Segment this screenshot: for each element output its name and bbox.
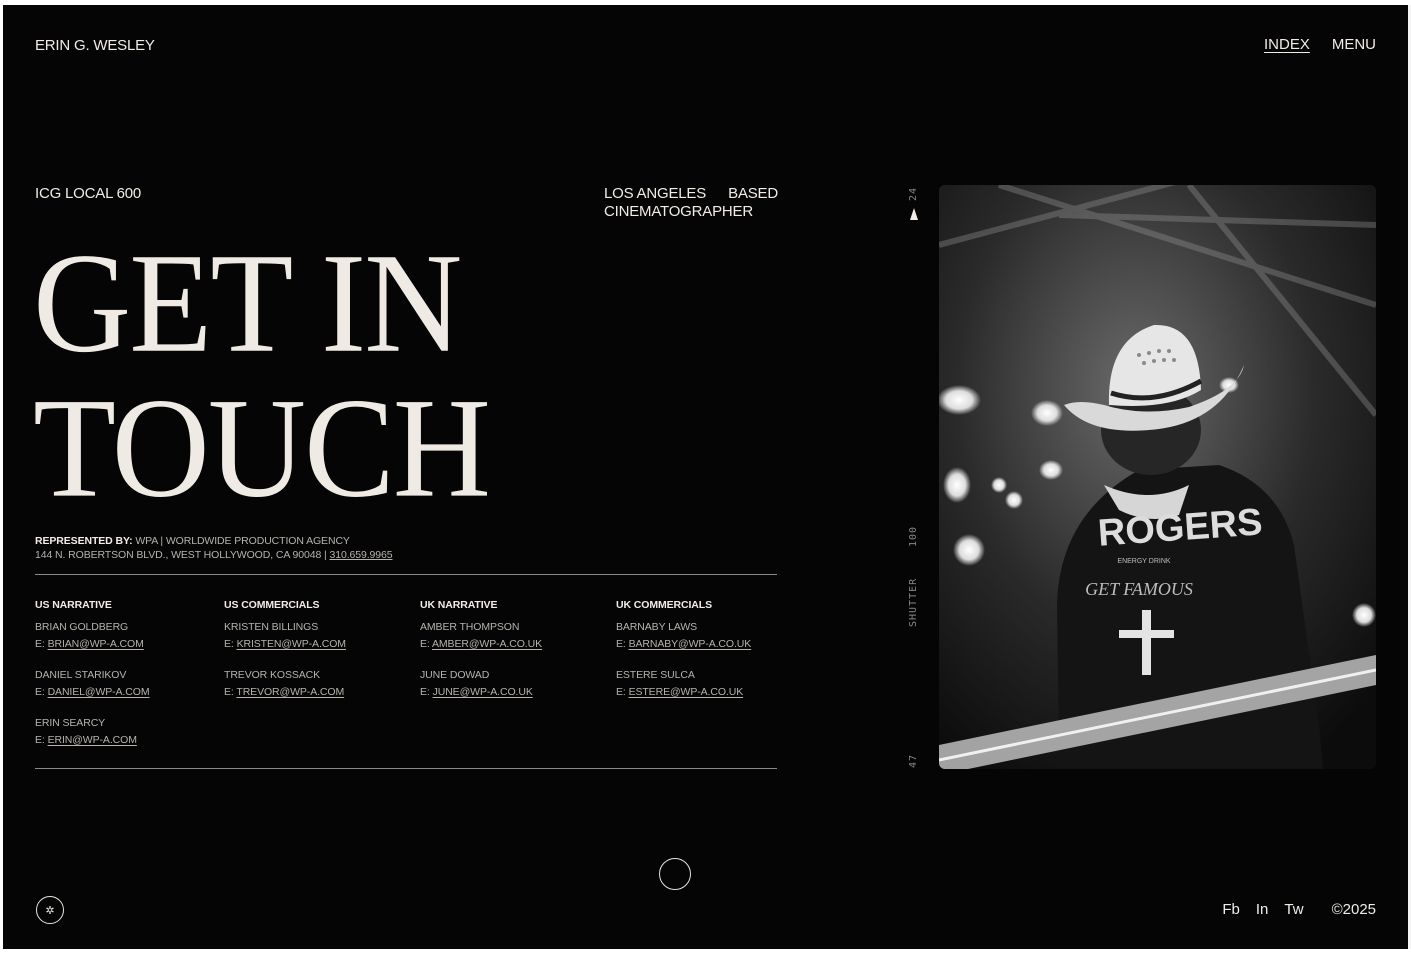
agency-phone-link[interactable]: 310.659.9965 — [329, 549, 392, 561]
scroll-indicator-button[interactable] — [659, 858, 691, 890]
agents-column-us-commercials: US COMMERCIALS KRISTEN BILLINGS E: KRIST… — [224, 599, 346, 715]
agent-entry: AMBER THOMPSON E: AMBER@WP-A.CO.UK — [420, 619, 542, 653]
agent-entry: BARNABY LAWS E: BARNABY@WP-A.CO.UK — [616, 619, 751, 653]
agent-entry: ERIN SEARCY E: ERIN@WP-A.COM — [35, 715, 149, 749]
gear-icon: ✲ — [45, 904, 55, 917]
email-prefix: E: — [35, 638, 45, 650]
union-label: ICG LOCAL 600 — [35, 185, 142, 202]
agency-address: 144 N. ROBERTSON BLVD., WEST HOLLYWOOD, … — [35, 549, 327, 561]
settings-button[interactable]: ✲ — [36, 896, 64, 924]
top-nav: INDEX MENU — [1264, 36, 1376, 53]
based-city: LOS ANGELES — [604, 185, 707, 202]
agent-entry: ESTERE SULCA E: ESTERE@WP-A.CO.UK — [616, 667, 751, 701]
linkedin-link[interactable]: In — [1256, 901, 1269, 918]
agent-email-link[interactable]: ESTERE@WP-A.CO.UK — [629, 686, 744, 698]
hero-photo: ROGERS ENERGY DRINK GET FAMOUS — [939, 185, 1376, 769]
column-title: UK NARRATIVE — [420, 599, 498, 611]
agency-name: WPA | WORLDWIDE PRODUCTION AGENCY — [135, 535, 350, 547]
divider-bottom — [35, 768, 777, 769]
email-prefix: E: — [420, 638, 430, 650]
agent-name: ESTERE SULCA — [616, 669, 695, 681]
agent-name: TREVOR KOSSACK — [224, 669, 321, 681]
agent-name: DANIEL STARIKOV — [35, 669, 127, 681]
agent-entry: TREVOR KOSSACK E: TREVOR@WP-A.COM — [224, 667, 346, 701]
site-brand[interactable]: ERIN G. WESLEY — [35, 37, 155, 54]
cowboy-photo-illustration: ROGERS ENERGY DRINK GET FAMOUS — [939, 185, 1376, 769]
agent-name: KRISTEN BILLINGS — [224, 621, 319, 633]
film-frame-bottom: 47 — [908, 753, 919, 768]
twitter-link[interactable]: Tw — [1284, 901, 1303, 918]
agent-name: BRIAN GOLDBERG — [35, 621, 129, 633]
agents-column-uk-commercials: UK COMMERCIALS BARNABY LAWS E: BARNABY@W… — [616, 599, 751, 715]
film-frame-top: 24 — [908, 186, 919, 201]
agent-name: BARNABY LAWS — [616, 621, 698, 633]
email-prefix: E: — [224, 686, 234, 698]
agent-name: JUNE DOWAD — [420, 669, 490, 681]
agent-email-link[interactable]: BARNABY@WP-A.CO.UK — [629, 638, 752, 650]
email-prefix: E: — [616, 686, 626, 698]
jacket-sub-1: ENERGY DRINK — [1117, 558, 1170, 565]
column-title: US NARRATIVE — [35, 599, 112, 611]
agent-name: AMBER THOMPSON — [420, 621, 520, 633]
column-title: UK COMMERCIALS — [616, 599, 713, 611]
copyright: ©2025 — [1331, 901, 1376, 918]
based-tagline: LOS ANGELES BASED CINEMATOGRAPHER — [604, 185, 778, 221]
based-role: CINEMATOGRAPHER — [604, 203, 753, 220]
agents-column-uk-narrative: UK NARRATIVE AMBER THOMPSON E: AMBER@WP-… — [420, 599, 542, 715]
email-prefix: E: — [35, 734, 45, 746]
representation-info: REPRESENTED BY: WPA | WORLDWIDE PRODUCTI… — [35, 534, 393, 562]
represented-by-label: REPRESENTED BY: — [35, 535, 133, 547]
page-title: GET IN TOUCH — [33, 224, 491, 528]
nav-index-link[interactable]: INDEX — [1264, 36, 1310, 53]
agent-entry: DANIEL STARIKOV E: DANIEL@WP-A.COM — [35, 667, 150, 701]
facebook-link[interactable]: Fb — [1222, 901, 1240, 918]
agent-email-link[interactable]: AMBER@WP-A.CO.UK — [432, 638, 542, 650]
film-arrow-icon — [910, 208, 918, 220]
agent-email-link[interactable]: TREVOR@WP-A.COM — [236, 686, 344, 698]
based-word: BASED — [728, 185, 778, 202]
agent-entry: KRISTEN BILLINGS E: KRISTEN@WP-A.COM — [224, 619, 346, 653]
column-title: US COMMERCIALS — [224, 599, 320, 611]
page-title-line-1: GET IN — [33, 224, 462, 383]
page-title-line-2: TOUCH — [33, 369, 491, 528]
agent-email-link[interactable]: KRISTEN@WP-A.COM — [237, 638, 347, 650]
social-links: Fb In Tw ©2025 — [1222, 901, 1376, 918]
divider-top — [35, 574, 777, 575]
agent-entry: BRIAN GOLDBERG E: BRIAN@WP-A.COM — [35, 619, 149, 653]
jacket-sub-2: GET FAMOUS — [1085, 579, 1193, 599]
nav-menu-button[interactable]: MENU — [1332, 36, 1376, 53]
film-shutter-label: SHUTTER — [908, 577, 919, 627]
email-prefix: E: — [224, 638, 234, 650]
page: ERIN G. WESLEY INDEX MENU ICG LOCAL 600 … — [3, 5, 1408, 949]
agent-email-link[interactable]: JUNE@WP-A.CO.UK — [433, 686, 533, 698]
agent-email-link[interactable]: ERIN@WP-A.COM — [48, 734, 137, 746]
email-prefix: E: — [420, 686, 430, 698]
email-prefix: E: — [35, 686, 45, 698]
agent-email-link[interactable]: BRIAN@WP-A.COM — [48, 638, 144, 650]
agents-column-us-narrative: US NARRATIVE BRIAN GOLDBERG E: BRIAN@WP-… — [35, 599, 150, 763]
film-shutter-value: 100 — [908, 525, 919, 547]
email-prefix: E: — [616, 638, 626, 650]
agent-entry: JUNE DOWAD E: JUNE@WP-A.CO.UK — [420, 667, 542, 701]
agent-email-link[interactable]: DANIEL@WP-A.COM — [48, 686, 150, 698]
agent-name: ERIN SEARCY — [35, 717, 106, 729]
